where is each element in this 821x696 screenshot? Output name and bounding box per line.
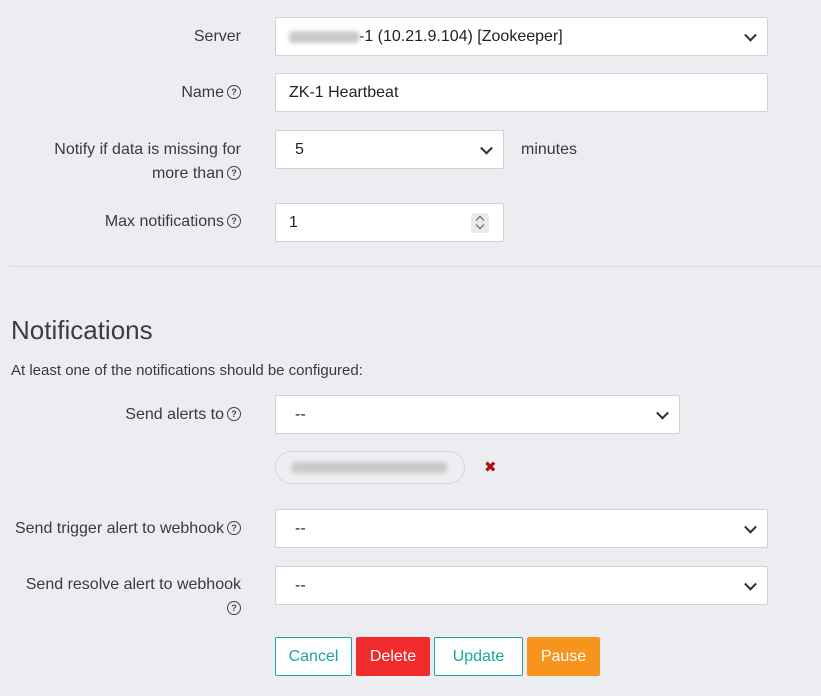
resolve-webhook-select[interactable]: -- bbox=[275, 566, 768, 605]
remove-recipient-icon[interactable]: ✖ bbox=[484, 460, 497, 476]
send-alerts-select[interactable]: -- bbox=[275, 395, 680, 434]
trigger-webhook-value: -- bbox=[295, 519, 306, 537]
max-notifications-input[interactable]: 1 bbox=[275, 203, 504, 242]
resolve-webhook-label: Send resolve alert to webhook ? bbox=[0, 573, 241, 621]
notify-missing-label-line1: Notify if data is missing for bbox=[54, 141, 241, 158]
notify-missing-label-line2: more than bbox=[151, 165, 224, 182]
recipient-chip bbox=[275, 451, 465, 484]
pause-button[interactable]: Pause bbox=[527, 637, 600, 676]
send-alerts-value: -- bbox=[295, 405, 306, 423]
server-value: -1 (10.21.9.104) [Zookeeper] bbox=[359, 27, 563, 45]
max-notifications-label-text: Max notifications bbox=[104, 213, 224, 230]
name-input-value: ZK-1 Heartbeat bbox=[289, 83, 399, 101]
chevron-down-icon bbox=[744, 520, 757, 534]
notify-missing-select[interactable]: 5 bbox=[275, 130, 504, 169]
help-icon[interactable]: ? bbox=[227, 84, 241, 99]
delete-button[interactable]: Delete bbox=[356, 637, 430, 676]
notifications-heading: Notifications bbox=[11, 315, 153, 345]
trigger-webhook-label: Send trigger alert to webhook? bbox=[0, 517, 241, 541]
cancel-button[interactable]: Cancel bbox=[275, 637, 352, 676]
help-icon[interactable]: ? bbox=[227, 213, 241, 228]
help-icon[interactable]: ? bbox=[227, 600, 241, 615]
server-label: Server bbox=[193, 28, 241, 45]
number-stepper[interactable] bbox=[471, 213, 489, 233]
max-notifications-label: Max notifications? bbox=[0, 210, 241, 234]
trigger-webhook-select[interactable]: -- bbox=[275, 509, 768, 548]
update-button[interactable]: Update bbox=[434, 637, 523, 676]
notifications-description: At least one of the notifications should… bbox=[11, 362, 363, 379]
stepper-down-icon[interactable] bbox=[475, 220, 485, 230]
section-divider bbox=[10, 266, 821, 267]
chevron-down-icon bbox=[480, 141, 493, 155]
notify-missing-label: Notify if data is missing for more than? bbox=[0, 138, 241, 186]
trigger-webhook-label-text: Send trigger alert to webhook bbox=[14, 520, 224, 537]
server-select[interactable]: -1 (10.21.9.104) [Zookeeper] bbox=[275, 17, 768, 56]
help-icon[interactable]: ? bbox=[227, 406, 241, 421]
send-alerts-label-text: Send alerts to bbox=[125, 406, 224, 423]
name-input[interactable]: ZK-1 Heartbeat bbox=[275, 73, 768, 112]
server-name-redacted bbox=[289, 30, 359, 43]
recipient-email-redacted bbox=[292, 462, 447, 473]
max-notifications-value: 1 bbox=[289, 213, 298, 231]
chevron-down-icon bbox=[656, 406, 669, 420]
help-icon[interactable]: ? bbox=[227, 165, 241, 180]
resolve-webhook-label-text: Send resolve alert to webhook bbox=[25, 576, 241, 593]
help-icon[interactable]: ? bbox=[227, 520, 241, 535]
send-alerts-label: Send alerts to? bbox=[0, 403, 241, 427]
minutes-unit: minutes bbox=[521, 141, 578, 158]
name-label-text: Name bbox=[181, 84, 224, 101]
resolve-webhook-value: -- bbox=[295, 576, 306, 594]
notify-missing-value: 5 bbox=[295, 140, 304, 158]
name-label: Name? bbox=[0, 81, 241, 105]
chevron-down-icon bbox=[744, 577, 757, 591]
chevron-down-icon bbox=[744, 28, 757, 42]
